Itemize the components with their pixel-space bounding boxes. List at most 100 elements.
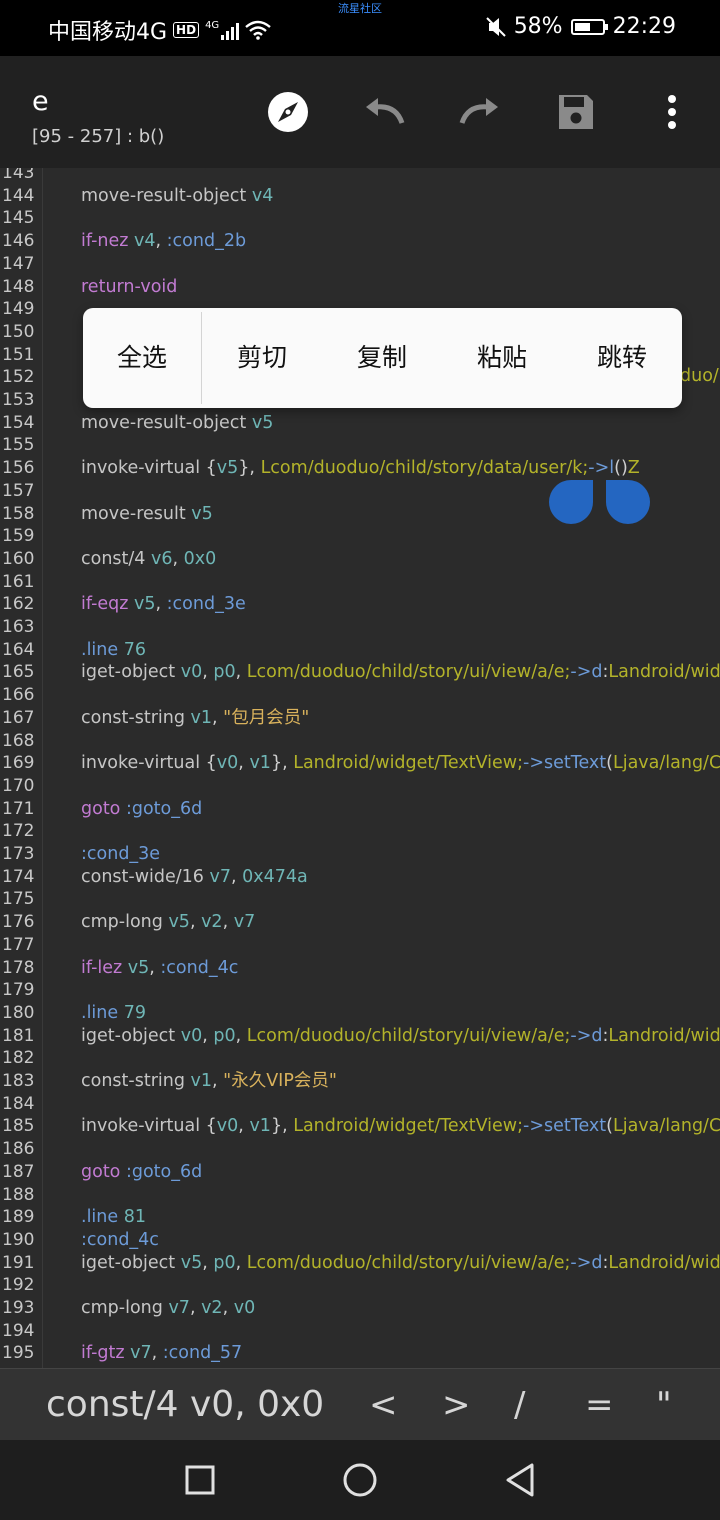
code-text: iget-object v5, p0, Lcom/duoduo/child/st… (81, 1252, 720, 1275)
line-number: 164 (2, 639, 35, 660)
code-line: 191 iget-object v5, p0, Lcom/duoduo/child… (0, 1252, 720, 1275)
signal-icon: 4G (205, 20, 240, 40)
code-text: .line 76 (81, 639, 146, 662)
redo-button[interactable] (456, 88, 504, 136)
code-token: d (591, 1025, 603, 1046)
code-line: 165 iget-object v0, p0, Lcom/duoduo/child… (0, 661, 720, 684)
symbol-gt-button[interactable]: > (442, 1369, 471, 1441)
code-token: :cond_3e (166, 594, 246, 615)
home-button[interactable] (338, 1458, 382, 1502)
code-token: invoke-virtual (81, 753, 201, 774)
copy-button[interactable]: 复制 (322, 308, 442, 408)
code-token: const-string (81, 1071, 185, 1091)
code-token: move-result (81, 503, 186, 524)
goto-button[interactable]: 跳转 (562, 308, 682, 408)
code-token: if-eqz (81, 594, 129, 615)
line-number: 187 (2, 1161, 35, 1182)
code-line: 194 (0, 1320, 720, 1343)
code-token: 0x474a (242, 866, 308, 887)
line-number: 158 (2, 503, 35, 524)
code-token: iget-object (81, 1252, 176, 1273)
snippet-button[interactable]: const/4 v0, 0x0 (46, 1369, 324, 1441)
code-line: 164 .line 76 (0, 639, 720, 662)
redo-icon (459, 98, 498, 124)
code-line: 169 invoke-virtual {v0, v1}, Landroid/wid… (0, 752, 720, 775)
code-token: :goto_6d (120, 1161, 203, 1182)
navigate-button[interactable] (264, 88, 312, 136)
code-token: Landroid/widget/TextView; (608, 662, 720, 683)
code-token: v1 (184, 707, 213, 728)
selection-handle-left[interactable] (549, 480, 593, 524)
code-token: const/4 (81, 548, 146, 569)
code-text: .line 79 (81, 1002, 146, 1025)
code-token: , (235, 662, 247, 683)
code-token: 0x0 (183, 548, 217, 569)
symbol-quote-button[interactable]: " (656, 1369, 672, 1441)
code-token: v5 (162, 912, 190, 933)
paste-button[interactable]: 粘贴 (442, 308, 562, 408)
code-token: , (155, 594, 167, 615)
symbol-equals-button[interactable]: = (585, 1369, 614, 1441)
code-token: 81 (118, 1207, 146, 1228)
more-options-button[interactable] (648, 88, 696, 136)
code-line: 174 const-wide/16 v7, 0x474a (0, 866, 720, 889)
code-token: :cond_3e (81, 844, 161, 864)
carrier-label: 中国移动4G (48, 20, 168, 45)
code-text: iget-object v0, p0, Lcom/duoduo/child/st… (81, 661, 720, 684)
back-button[interactable] (498, 1458, 542, 1502)
code-token: p0 (213, 1252, 236, 1273)
code-line: 163 (0, 616, 720, 639)
code-token: Landroid/widget/TextView; (608, 1025, 720, 1046)
code-line: 184 (0, 1093, 720, 1116)
system-nav-bar (0, 1440, 720, 1520)
code-text: goto :goto_6d (81, 1161, 202, 1184)
code-line: 170 (0, 775, 720, 798)
code-line: 178 if-lez v5, :cond_4c (0, 957, 720, 980)
code-line: 155 (0, 434, 720, 457)
code-token: v1 (249, 1116, 271, 1137)
code-token: p0 (213, 1025, 236, 1046)
code-token: v0 (216, 1116, 239, 1137)
line-number: 193 (2, 1298, 35, 1318)
line-number: 155 (2, 435, 35, 456)
recents-button[interactable] (178, 1458, 222, 1502)
line-number: 147 (2, 253, 35, 274)
line-number: 181 (2, 1025, 35, 1046)
select-all-button[interactable]: 全选 (83, 308, 201, 408)
symbol-slash-button[interactable]: / (514, 1369, 525, 1441)
code-token: -> (570, 1025, 592, 1046)
code-token: { (200, 753, 217, 774)
selection-handle-right[interactable] (606, 480, 650, 524)
code-token: Landroid/widget/TextView; (608, 1252, 720, 1273)
undo-button[interactable] (360, 88, 408, 136)
code-text: move-result v5 (81, 503, 213, 526)
code-token: Lcom/duoduo/child/story/ui/view/a/e; (246, 1025, 571, 1046)
code-token: d (591, 1252, 603, 1273)
code-token: -> (523, 1116, 544, 1137)
line-number: 169 (2, 753, 35, 774)
code-token: .line (81, 1207, 119, 1228)
code-line: 175 (0, 888, 720, 911)
code-token: 79 (118, 1002, 146, 1023)
code-token: .line (81, 639, 119, 660)
code-token: d (591, 662, 603, 683)
code-line: 168 (0, 730, 720, 753)
code-token: v0 (216, 753, 239, 774)
code-token: v2 (201, 1298, 223, 1318)
code-token: iget-object (81, 662, 176, 683)
cut-button[interactable]: 剪切 (202, 308, 322, 408)
code-text: cmp-long v5, v2, v7 (81, 911, 255, 934)
code-token: v5 (175, 1252, 203, 1273)
code-line: 172 (0, 820, 720, 843)
file-title: e (32, 86, 49, 117)
line-number: 192 (2, 1275, 35, 1296)
code-line: 160 const/4 v6, 0x0 (0, 548, 720, 571)
code-token: -> (570, 1252, 592, 1273)
code-token: v0 (233, 1298, 256, 1318)
line-number: 183 (2, 1071, 35, 1091)
code-line: 188 (0, 1184, 720, 1207)
code-token: invoke-virtual (81, 458, 201, 479)
line-number: 162 (2, 594, 35, 615)
symbol-lt-button[interactable]: < (369, 1369, 398, 1441)
save-button[interactable] (552, 88, 600, 136)
